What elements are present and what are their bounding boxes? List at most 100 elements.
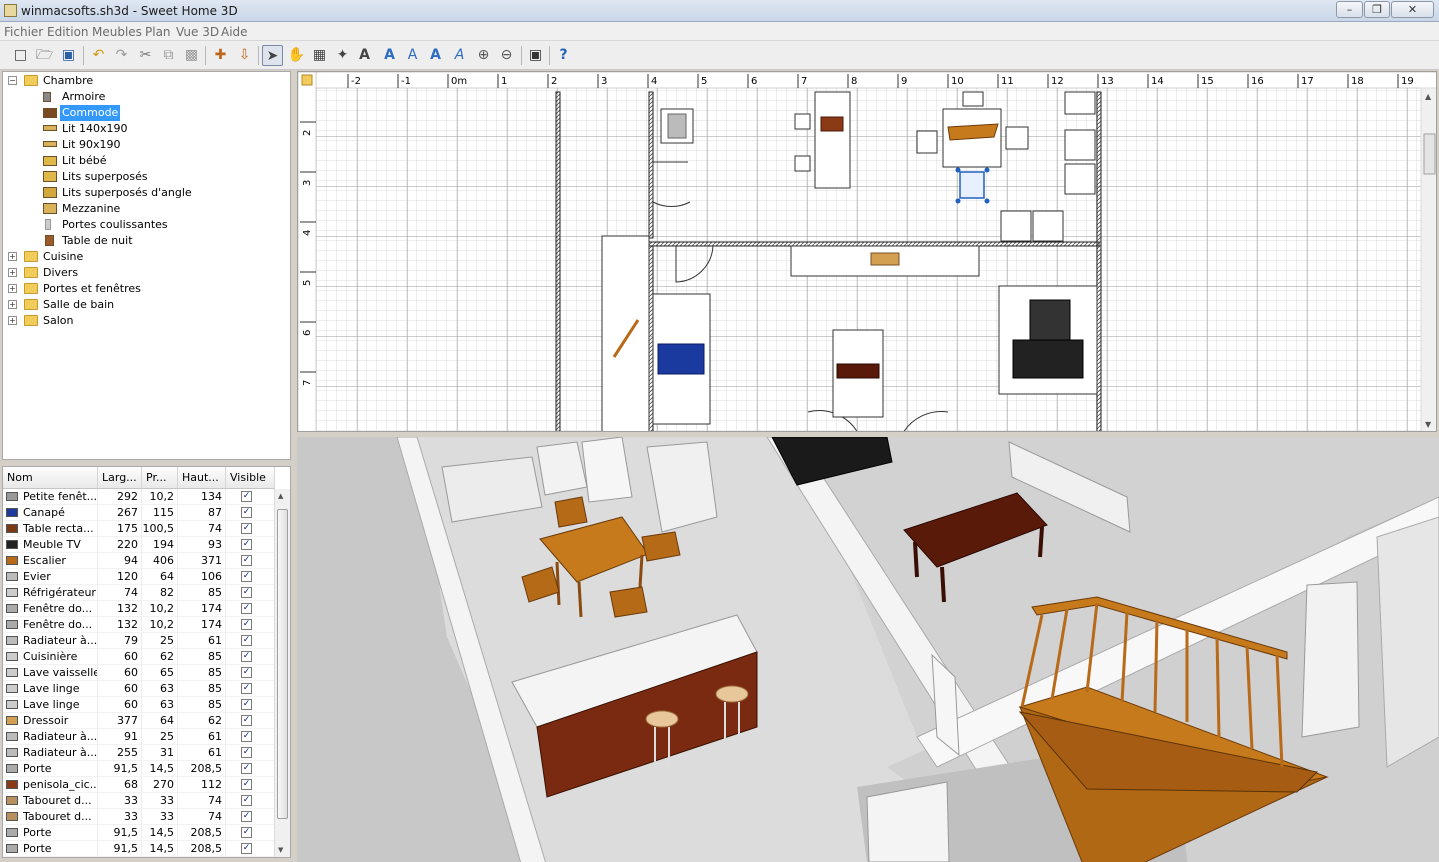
plan-washing-machine[interactable] [1000, 210, 1032, 242]
visible-checkbox[interactable]: ✓ [241, 635, 252, 646]
table-row[interactable]: Fenêtre do... 132 10,2 174 ✓ [3, 617, 275, 633]
copy-icon[interactable]: ⧉ [158, 45, 179, 66]
maximize-button[interactable]: ❐ [1364, 1, 1390, 18]
menu-plan[interactable]: Plan [145, 25, 171, 39]
scroll-down-icon[interactable]: ▼ [278, 846, 283, 854]
import-furniture-icon[interactable]: ⇩ [234, 45, 255, 66]
visible-checkbox[interactable]: ✓ [241, 651, 252, 662]
new-icon[interactable]: □ [10, 45, 31, 66]
visible-checkbox[interactable]: ✓ [241, 571, 252, 582]
tree-category-salon[interactable]: + Salon [3, 313, 288, 329]
collapse-icon[interactable]: − [8, 76, 17, 85]
visible-checkbox[interactable]: ✓ [241, 683, 252, 694]
close-button[interactable]: ✕ [1391, 1, 1434, 18]
cut-icon[interactable]: ✂ [135, 45, 156, 66]
zoom-out-icon[interactable]: ⊖ [496, 45, 517, 66]
menu-edition[interactable]: Edition [47, 25, 89, 39]
visible-checkbox[interactable]: ✓ [241, 795, 252, 806]
tree-item-table-de-nuit[interactable]: Table de nuit [3, 233, 288, 249]
tree-item-mezzanine[interactable]: Mezzanine [3, 201, 288, 217]
table-row[interactable]: Lave vaisselle 60 65 85 ✓ [3, 665, 275, 681]
column-header-profondeur[interactable]: Pr... [142, 467, 178, 489]
visible-checkbox[interactable]: ✓ [241, 763, 252, 774]
table-row[interactable]: Fenêtre do... 132 10,2 174 ✓ [3, 601, 275, 617]
column-header-visible[interactable]: Visible [226, 467, 275, 489]
plan-canvas[interactable]: -2 -1 0m 1 2 3 4 5 6 7 8 9 10 11 12 13 14 15 16 17 18 19 2345… [298, 72, 1437, 432]
select-mode-icon[interactable]: ➤ [262, 45, 283, 66]
help-icon[interactable]: ? [553, 45, 574, 66]
visible-checkbox[interactable]: ✓ [241, 507, 252, 518]
tree-item-armoire[interactable]: Armoire [3, 89, 288, 105]
table-row[interactable]: Petite fenêt... 292 10,2 134 ✓ [3, 489, 275, 505]
table-row[interactable]: Evier 120 64 106 ✓ [3, 569, 275, 585]
menu-fichier[interactable]: Fichier [4, 25, 43, 39]
expand-icon[interactable]: + [8, 284, 17, 293]
create-text-icon[interactable]: A [354, 45, 375, 66]
plan-staircase[interactable] [601, 235, 650, 432]
menu-aide[interactable]: Aide [221, 25, 248, 39]
visible-checkbox[interactable]: ✓ [241, 619, 252, 630]
plan-stove[interactable] [1064, 129, 1096, 161]
table-row[interactable]: Tabouret d... 33 33 74 ✓ [3, 793, 275, 809]
create-walls-icon[interactable]: ▦ [309, 45, 330, 66]
table-row[interactable]: Réfrigérateur 74 82 85 ✓ [3, 585, 275, 601]
plan-stool[interactable] [794, 155, 811, 172]
tree-item-portes-coulissantes[interactable]: Portes coulissantes [3, 217, 288, 233]
zoom-in-icon[interactable]: ⊕ [473, 45, 494, 66]
expand-icon[interactable]: + [8, 316, 17, 325]
3d-view[interactable] [297, 437, 1439, 862]
plan-washing-machine[interactable] [1032, 210, 1064, 242]
visible-checkbox[interactable]: ✓ [241, 811, 252, 822]
undo-icon[interactable]: ↶ [88, 45, 109, 66]
tree-item-lits-superposes-angle[interactable]: Lits superposés d'angle [3, 185, 288, 201]
plan-view[interactable]: -2 -1 0m 1 2 3 4 5 6 7 8 9 10 11 12 13 14 15 16 17 18 19 2345… [297, 71, 1437, 432]
paste-icon[interactable]: ▩ [181, 45, 202, 66]
visible-checkbox[interactable]: ✓ [241, 715, 252, 726]
table-row[interactable]: Dressoir 377 64 62 ✓ [3, 713, 275, 729]
column-header-hauteur[interactable]: Haut... [178, 467, 226, 489]
3d-canvas[interactable] [297, 437, 1439, 862]
plan-chair[interactable] [962, 91, 984, 107]
expand-icon[interactable]: + [8, 252, 17, 261]
table-row[interactable]: Escalier 94 406 371 ✓ [3, 553, 275, 569]
visible-checkbox[interactable]: ✓ [241, 731, 252, 742]
plan-scrollbar-thumb[interactable] [1423, 133, 1436, 175]
tree-item-lit-90x190[interactable]: Lit 90x190 [3, 137, 288, 153]
tree-category-divers[interactable]: + Divers [3, 265, 288, 281]
tree-item-lits-superposes[interactable]: Lits superposés [3, 169, 288, 185]
scrollbar-thumb[interactable] [277, 509, 288, 819]
table-row[interactable]: Canapé 267 115 87 ✓ [3, 505, 275, 521]
table-row[interactable]: Cuisinière 60 62 85 ✓ [3, 649, 275, 665]
redo-icon[interactable]: ↷ [111, 45, 132, 66]
table-row[interactable]: penisola_cic... 68 270 112 ✓ [3, 777, 275, 793]
scroll-up-icon[interactable]: ▲ [1425, 92, 1432, 101]
visible-checkbox[interactable]: ✓ [241, 555, 252, 566]
table-row[interactable]: Radiateur à... 255 31 61 ✓ [3, 745, 275, 761]
open-icon[interactable]: 🗁 [34, 45, 55, 66]
visible-checkbox[interactable]: ✓ [241, 843, 252, 854]
visible-checkbox[interactable]: ✓ [241, 699, 252, 710]
visible-checkbox[interactable]: ✓ [241, 827, 252, 838]
visible-checkbox[interactable]: ✓ [241, 587, 252, 598]
visible-checkbox[interactable]: ✓ [241, 603, 252, 614]
table-row[interactable]: Tabouret d... 33 33 74 ✓ [3, 809, 275, 825]
column-header-largeur[interactable]: Larg... [98, 467, 142, 489]
table-row[interactable]: Radiateur à... 79 25 61 ✓ [3, 633, 275, 649]
add-furniture-icon[interactable]: ✚ [210, 45, 231, 66]
tree-category-cuisine[interactable]: + Cuisine [3, 249, 288, 265]
table-row[interactable]: Table recta... 175 100,5 74 ✓ [3, 521, 275, 537]
expand-icon[interactable]: + [8, 300, 17, 309]
table-scrollbar[interactable]: ▲ ▼ [274, 489, 290, 857]
plan-sink[interactable] [1064, 91, 1096, 115]
create-rooms-icon[interactable]: ✦ [332, 45, 353, 66]
table-row[interactable]: Lave linge 60 63 85 ✓ [3, 681, 275, 697]
scroll-up-icon[interactable]: ▲ [278, 492, 283, 500]
bold-text-icon[interactable]: A [425, 45, 446, 66]
visible-checkbox[interactable]: ✓ [241, 747, 252, 758]
table-row[interactable]: Porte 91,5 14,5 208,5 ✓ [3, 841, 275, 857]
visible-checkbox[interactable]: ✓ [241, 491, 252, 502]
vertical-splitter[interactable] [292, 71, 296, 862]
table-row[interactable]: Meuble TV 220 194 93 ✓ [3, 537, 275, 553]
tree-item-lit-140x190[interactable]: Lit 140x190 [3, 121, 288, 137]
visible-checkbox[interactable]: ✓ [241, 779, 252, 790]
